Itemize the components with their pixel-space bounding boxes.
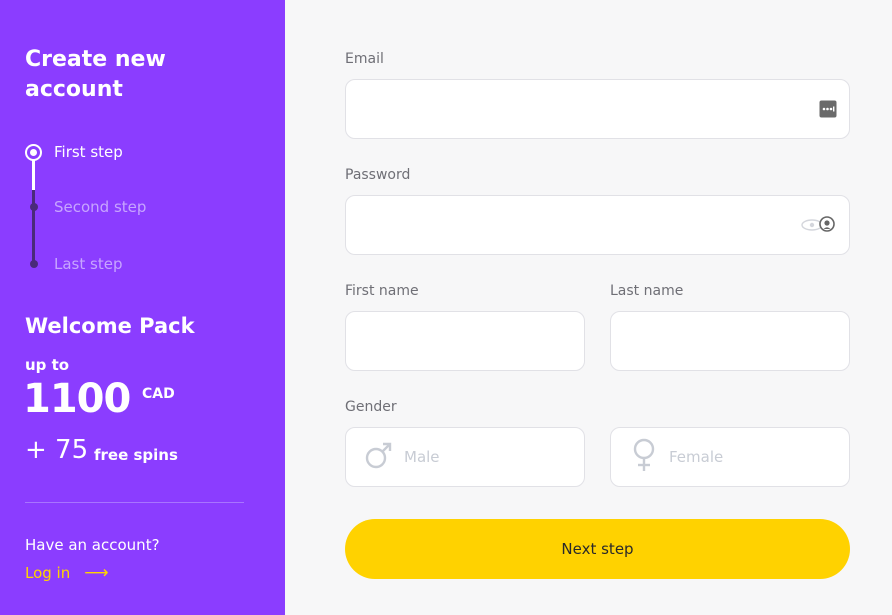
first-name-field[interactable] — [346, 312, 584, 370]
step-last: Last step — [25, 252, 122, 276]
gender-label: Gender — [345, 399, 397, 415]
sidebar-panel: Create new account First step Second ste… — [0, 0, 285, 615]
next-step-button[interactable]: Next step — [345, 519, 850, 579]
login-link[interactable]: Log in ⟶ — [25, 563, 109, 583]
gender-female-option[interactable]: Female — [610, 427, 850, 487]
login-label: Log in — [25, 564, 71, 582]
last-name-field-wrapper — [610, 311, 850, 371]
female-icon — [629, 437, 659, 477]
password-label: Password — [345, 167, 411, 183]
bonus-up-to: up to — [25, 356, 70, 374]
first-name-label: First name — [345, 283, 419, 299]
have-account-text: Have an account? — [25, 536, 160, 554]
step-connector-active — [32, 160, 35, 190]
welcome-pack-title: Welcome Pack — [25, 314, 195, 338]
step-label: First step — [54, 143, 123, 161]
autofill-key-icon[interactable] — [819, 100, 837, 118]
step-indicator-icon — [25, 199, 42, 216]
free-spins-label: free spins — [94, 446, 178, 464]
step-second: Second step — [25, 195, 146, 219]
first-name-field-wrapper — [345, 311, 585, 371]
email-field-wrapper — [345, 79, 850, 139]
step-label: Last step — [54, 255, 123, 273]
email-label: Email — [345, 51, 384, 67]
gender-male-option[interactable]: Male — [345, 427, 585, 487]
step-indicator-icon — [25, 256, 42, 273]
password-field[interactable] — [346, 196, 849, 254]
step-progress: First step Second step Last step — [25, 140, 265, 280]
arrow-right-icon: ⟶ — [84, 563, 109, 583]
gender-female-label: Female — [669, 448, 724, 466]
last-name-field[interactable] — [611, 312, 849, 370]
free-spins-count: + 75 — [25, 435, 89, 465]
gender-male-label: Male — [404, 448, 440, 466]
bonus-currency: CAD — [142, 386, 175, 402]
step-label: Second step — [54, 198, 147, 216]
page-title: Create new account — [25, 47, 166, 102]
last-name-label: Last name — [610, 283, 684, 299]
male-icon — [364, 440, 394, 474]
bonus-amount: 1100 — [23, 376, 131, 422]
show-password-eye-icon[interactable] — [799, 214, 837, 236]
password-field-wrapper — [345, 195, 850, 255]
divider — [25, 502, 244, 503]
step-indicator-active-icon — [25, 143, 42, 161]
email-field[interactable] — [346, 80, 849, 138]
step-first: First step — [25, 140, 123, 164]
